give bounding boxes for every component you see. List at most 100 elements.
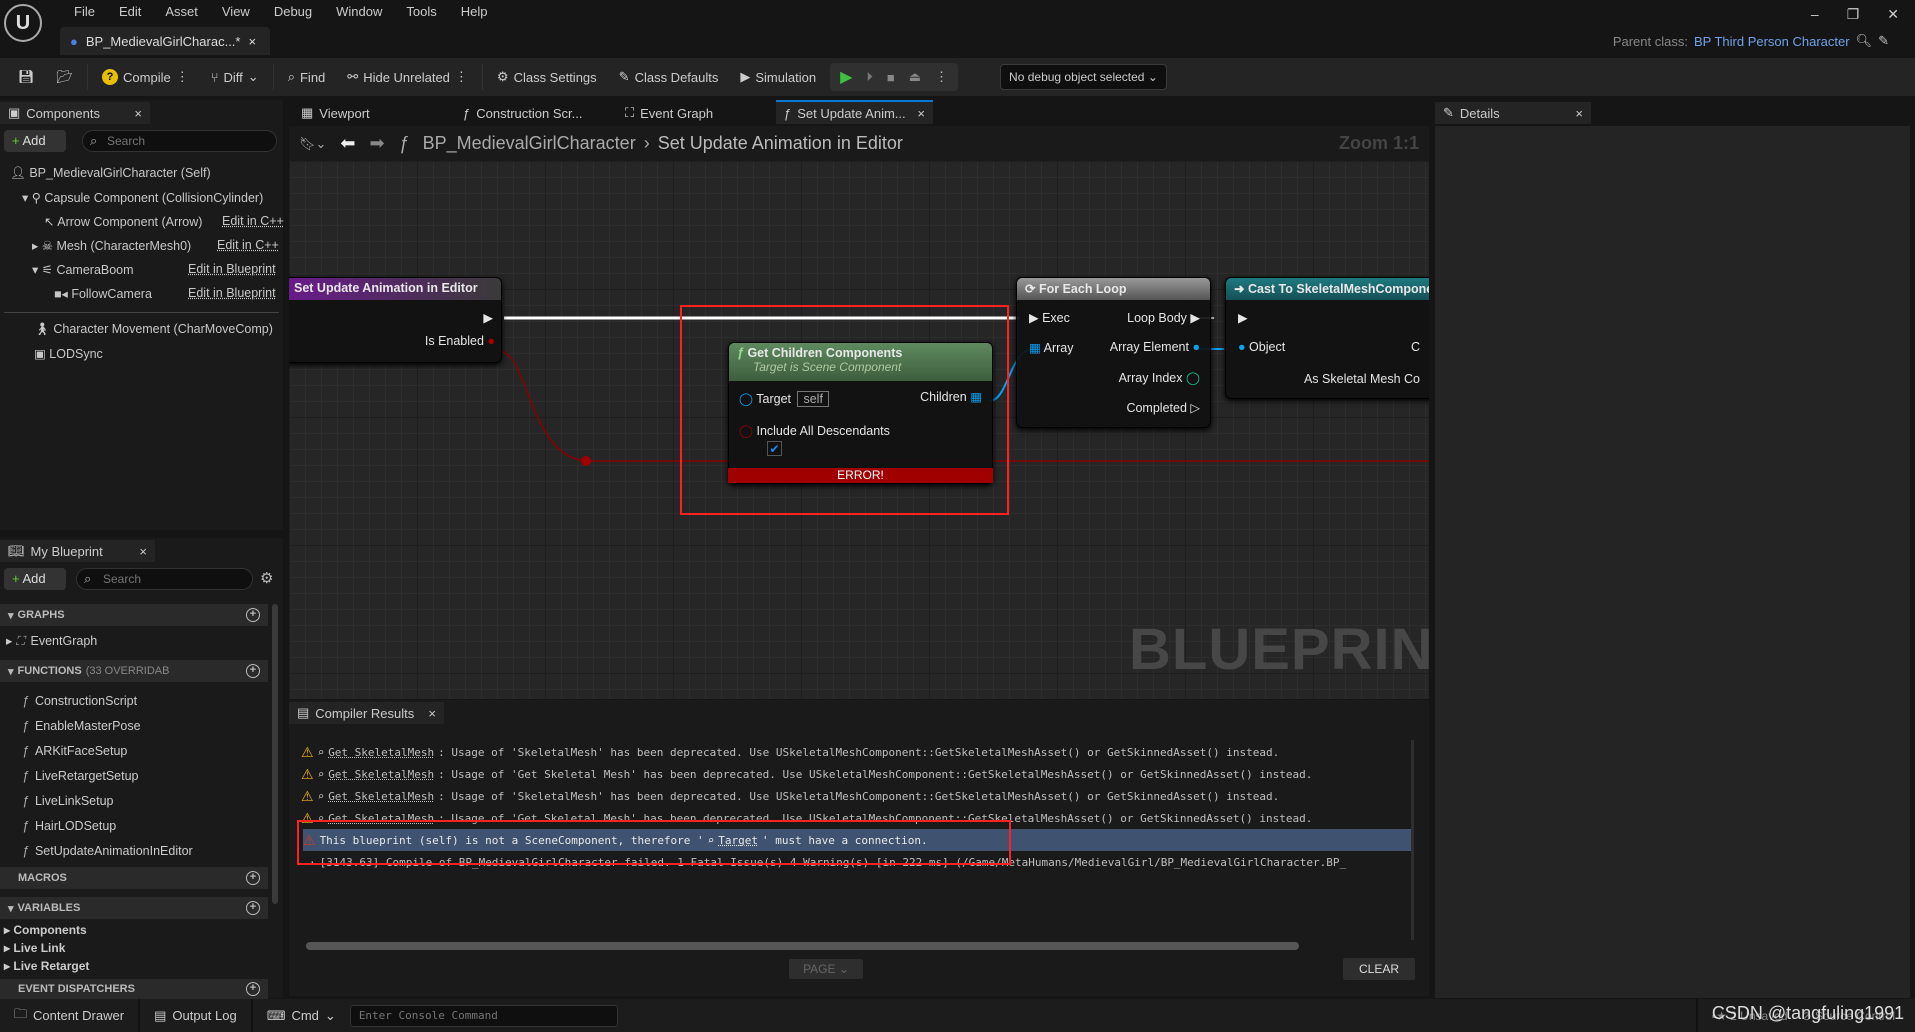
array-index-pin[interactable]: Array Index ◯ <box>1119 370 1200 385</box>
menu-edit[interactable]: Edit <box>107 4 153 19</box>
class-settings-button[interactable]: ⚙ Class Settings <box>489 62 605 92</box>
diff-button[interactable]: ⑂ Diff ⌄ <box>203 62 267 92</box>
node-for-each-loop[interactable]: ⟳ For Each Loop ▶ Exec ▦ Array Loop Body… <box>1016 277 1211 428</box>
my-blueprint-search-input[interactable] <box>76 568 253 590</box>
tree-item-charmove[interactable]: 🚶︎ Character Movement (CharMoveComp) <box>34 322 273 337</box>
function-item[interactable]: ƒ ConstructionScript <box>22 694 137 708</box>
as-skeletal-mesh-pin[interactable]: As Skeletal Mesh Co <box>1304 372 1420 386</box>
output-log-button[interactable]: ▤ Output Log <box>140 999 253 1032</box>
console-command-input[interactable] <box>349 1004 618 1027</box>
completed-pin[interactable]: Completed ▷ <box>1126 400 1200 415</box>
page-dropdown[interactable]: PAGE ⌄ <box>789 959 863 979</box>
play-icon[interactable]: ▶ <box>840 67 852 87</box>
tab-my-blueprint[interactable]: 📖︎ My Blueprint × <box>0 540 155 562</box>
section-graphs[interactable]: ▾ GRAPHS + <box>0 604 268 626</box>
warning-message[interactable]: ⚠ ⌕ Get SkeletalMesh: Usage of 'Get Skelet… <box>301 763 1312 785</box>
menu-asset[interactable]: Asset <box>153 4 210 19</box>
add-button[interactable]: + Add <box>4 568 66 590</box>
close-icon[interactable]: × <box>428 706 436 721</box>
variable-group[interactable]: ▸ Live Link <box>4 941 65 955</box>
horizontal-scrollbar[interactable] <box>306 942 1299 950</box>
tab-compiler-results[interactable]: ▤ Compiler Results × <box>289 702 444 724</box>
more-icon[interactable]: ⋮ <box>176 69 189 85</box>
tree-item-self[interactable]: 👤︎ BP_MedievalGirlCharacter (Self) <box>10 166 211 181</box>
tree-item-arrow[interactable]: ↖ Arrow Component (Arrow) <box>44 214 202 229</box>
eject-icon[interactable]: ⏏ <box>909 69 921 85</box>
close-icon[interactable]: × <box>139 544 147 559</box>
vertical-scrollbar[interactable] <box>1411 740 1414 940</box>
close-window-icon[interactable]: ✕ <box>1887 6 1899 23</box>
tab-set-update-anim[interactable]: ƒ Set Update Anim... × <box>776 100 933 124</box>
tree-item-lodsync[interactable]: ▣ LODSync <box>34 346 103 361</box>
loop-body-pin[interactable]: Loop Body ▶ <box>1127 310 1200 325</box>
message-link[interactable]: Get SkeletalMesh <box>328 790 434 803</box>
clear-button[interactable]: CLEAR <box>1343 958 1415 980</box>
add-circle-icon[interactable]: + <box>246 608 260 622</box>
tab-viewport[interactable]: ▦ Viewport <box>293 102 378 124</box>
object-pin[interactable]: ● Object <box>1238 340 1285 354</box>
add-component-button[interactable]: + Add <box>4 130 66 152</box>
node-cast-skeletal-mesh[interactable]: ➜ Cast To SkeletalMeshCompone ▶ ● Object… <box>1225 277 1429 399</box>
class-defaults-button[interactable]: ✎ Class Defaults <box>611 62 727 92</box>
add-circle-icon[interactable]: + <box>246 664 260 678</box>
step-icon[interactable]: ⏵ <box>866 69 873 85</box>
message-link[interactable]: Get SkeletalMesh <box>328 768 434 781</box>
add-circle-icon[interactable]: + <box>246 982 260 996</box>
is-enabled-pin[interactable]: Is Enabled ● <box>425 334 495 348</box>
function-item[interactable]: ƒ LiveLinkSetup <box>22 794 113 808</box>
array-pin[interactable]: ▦ Array <box>1029 340 1073 355</box>
array-element-pin[interactable]: Array Element ● <box>1110 340 1200 354</box>
edit-in-cpp-link[interactable]: Edit in C++ <box>222 214 284 228</box>
breadcrumb-root[interactable]: BP_MedievalGirlCharacter <box>423 133 636 154</box>
close-icon[interactable]: × <box>917 106 925 121</box>
section-variables[interactable]: ▾ VARIABLES + <box>0 897 268 919</box>
menu-debug[interactable]: Debug <box>262 4 324 19</box>
variable-group[interactable]: ▸ Components <box>4 923 87 937</box>
node-set-update-animation[interactable]: Set Update Animation in Editor ▶ Is Enab… <box>289 277 502 363</box>
stop-icon[interactable]: ■ <box>887 70 895 85</box>
tree-item-mesh[interactable]: ▸ ☠ Mesh (CharacterMesh0) <box>32 238 191 253</box>
function-item[interactable]: ƒ LiveRetargetSetup <box>22 769 139 783</box>
tree-item-followcamera[interactable]: ■◂ FollowCamera <box>54 286 152 301</box>
gear-icon[interactable]: ⚙ <box>260 569 273 587</box>
exec-in-pin[interactable]: ▶ <box>1238 310 1248 325</box>
simulation-button[interactable]: ▶ Simulation <box>732 62 824 92</box>
warning-message[interactable]: ⚠ ⌕ Get SkeletalMesh: Usage of 'SkeletalMe… <box>301 785 1279 807</box>
tree-item-capsule[interactable]: ▾ ⚲ Capsule Component (CollisionCylinder… <box>22 190 263 205</box>
function-item[interactable]: ƒ ARKitFaceSetup <box>22 744 127 758</box>
minimize-icon[interactable]: – <box>1811 6 1819 23</box>
more-icon[interactable]: ⋮ <box>455 69 468 85</box>
function-item[interactable]: ƒ HairLODSetup <box>22 819 116 833</box>
tab-event-graph[interactable]: ⛶ Event Graph <box>617 102 721 124</box>
cmd-dropdown[interactable]: ⌨ Cmd ⌄ <box>253 999 350 1032</box>
forward-arrow-icon[interactable]: ➡ <box>370 133 385 154</box>
scrollbar[interactable] <box>272 604 278 904</box>
browse-icon[interactable]: 📂︎ <box>49 62 82 92</box>
section-functions[interactable]: ▾ FUNCTIONS (33 OVERRIDAB + <box>0 660 268 682</box>
function-item[interactable]: ƒ EnableMasterPose <box>22 719 141 733</box>
function-item[interactable]: ƒ SetUpdateAnimationInEditor <box>22 844 193 858</box>
parent-class-link[interactable]: BP Third Person Character <box>1694 34 1850 49</box>
exec-in-pin[interactable]: ▶ Exec <box>1029 310 1070 325</box>
components-search-input[interactable] <box>82 130 277 152</box>
message-link[interactable]: Get SkeletalMesh <box>328 746 434 759</box>
menu-tools[interactable]: Tools <box>394 4 448 19</box>
menu-help[interactable]: Help <box>449 4 500 19</box>
menu-file[interactable]: File <box>62 4 107 19</box>
add-circle-icon[interactable]: + <box>246 901 260 915</box>
hide-unrelated-button[interactable]: ⚯ Hide Unrelated ⋮ <box>339 62 476 92</box>
tree-item-cameraboom[interactable]: ▾ ⚟ CameraBoom <box>32 262 134 277</box>
search-icon[interactable]: 🔍︎ <box>1856 33 1873 49</box>
cast-failed-pin[interactable]: C <box>1411 340 1420 354</box>
tab-construction-script[interactable]: ƒ Construction Scr... <box>455 102 590 124</box>
warning-message[interactable]: ⚠ ⌕ Get SkeletalMesh: Usage of 'SkeletalMe… <box>301 741 1279 763</box>
close-icon[interactable]: × <box>248 34 256 49</box>
save-icon[interactable]: 💾︎ <box>10 62 43 92</box>
edit-icon[interactable]: ✎ <box>1878 33 1889 49</box>
document-tab[interactable]: ● BP_MedievalGirlCharac...* × <box>60 27 270 55</box>
tab-components[interactable]: ▣ Components × <box>0 102 150 124</box>
tab-details[interactable]: ✎ Details × <box>1435 102 1591 124</box>
section-event-dispatchers[interactable]: EVENT DISPATCHERS + <box>0 979 268 999</box>
menu-window[interactable]: Window <box>324 4 394 19</box>
variable-group[interactable]: ▸ Live Retarget <box>4 959 89 973</box>
